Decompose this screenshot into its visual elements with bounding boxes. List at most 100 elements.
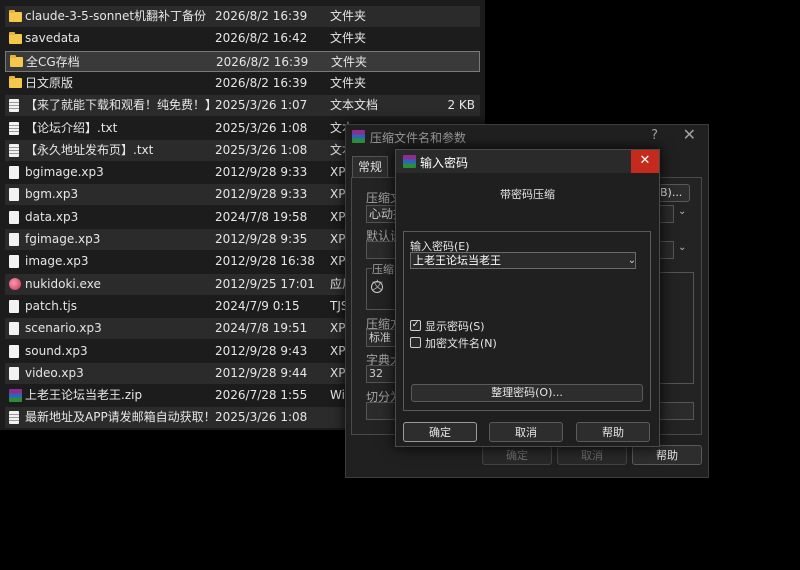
file-date: 2024/7/8 19:58 — [215, 209, 308, 224]
file-date: 2024/7/9 0:15 — [215, 298, 300, 313]
file-name: scenario.xp3 — [25, 321, 102, 336]
file-icon — [9, 363, 23, 384]
file-date: 2026/8/2 16:39 — [215, 75, 308, 90]
file-name: bgm.xp3 — [25, 187, 79, 202]
method-select[interactable]: 标准 — [366, 329, 398, 347]
show-password-checkbox[interactable]: ✓ — [410, 320, 421, 331]
text-file-icon — [9, 140, 23, 161]
file-icon — [9, 318, 23, 339]
file-name: 上老王论坛当老王.zip — [25, 388, 143, 403]
file-date: 2026/8/2 16:42 — [215, 31, 308, 46]
help-button[interactable]: 帮助 — [576, 422, 650, 442]
file-name: sound.xp3 — [25, 343, 88, 358]
file-size — [425, 6, 475, 27]
heading: 带密码压缩 — [500, 188, 555, 201]
file-date: 2024/7/8 19:51 — [215, 321, 308, 336]
title-bar: 输入密码 ✕ — [396, 150, 659, 173]
chevron-down-icon[interactable]: ⌄ — [626, 252, 638, 269]
format-group: 压缩文 — [366, 261, 398, 310]
file-date: 2012/9/28 9:44 — [215, 365, 308, 380]
file-date: 2012/9/28 9:33 — [215, 187, 308, 202]
password-group: 输入密码(E) 上老王论坛当老王 ⌄ ✓ 显示密码(S) 加密文件名(N) 整理… — [403, 231, 651, 411]
file-name: 【来了就能下载和观看！纯免费！】.txt — [25, 98, 213, 113]
file-size — [425, 73, 475, 94]
file-icon — [9, 207, 23, 228]
file-date: 2025/3/26 1:08 — [215, 142, 308, 157]
file-name: 全CG存档 — [26, 54, 80, 69]
file-name: 【论坛介绍】.txt — [25, 120, 118, 135]
file-name: video.xp3 — [25, 365, 84, 380]
split-input[interactable] — [366, 402, 398, 420]
file-type: 文件夹 — [331, 54, 368, 69]
file-date: 2026/8/2 16:39 — [216, 54, 309, 69]
dialog-title: 输入密码 — [420, 156, 469, 170]
file-icon — [9, 184, 23, 205]
ok-button[interactable]: 确定 — [482, 445, 552, 465]
file-name: fgimage.xp3 — [25, 232, 101, 246]
file-icon — [9, 341, 23, 362]
app-icon — [9, 274, 23, 295]
file-size: 2 KB — [447, 98, 475, 113]
help-button[interactable]: 帮助 — [632, 445, 702, 465]
file-date: 2012/9/25 17:01 — [215, 276, 315, 291]
file-row[interactable]: 全CG存档 2026/8/2 16:39 文件夹 — [5, 50, 480, 73]
file-row[interactable]: 日文原版 2026/8/2 16:39 文件夹 — [5, 73, 480, 94]
winrar-icon — [352, 130, 365, 143]
file-type: 文件夹 — [330, 75, 367, 90]
text-file-icon — [9, 118, 23, 139]
close-icon[interactable]: ✕ — [631, 150, 659, 173]
cancel-button[interactable]: 取消 — [557, 445, 627, 465]
file-date: 2012/9/28 9:33 — [215, 165, 308, 180]
file-name: 【永久地址发布页】.txt — [25, 142, 154, 157]
file-icon — [9, 229, 23, 250]
password-input[interactable]: 上老王论坛当老王 — [410, 252, 636, 269]
file-row[interactable]: savedata 2026/8/2 16:42 文件夹 — [5, 28, 480, 49]
file-date: 2026/8/2 16:39 — [215, 9, 308, 23]
file-name: claude-3-5-sonnet机翻补丁备份 — [25, 9, 207, 23]
folder-icon — [9, 73, 23, 94]
show-password-label: 显示密码(S) — [425, 320, 485, 333]
folder-icon — [9, 6, 23, 27]
dialog-title: 压缩文件名和参数 — [370, 131, 467, 145]
ok-button[interactable]: 确定 — [403, 422, 477, 442]
file-name: bgimage.xp3 — [25, 165, 104, 180]
file-date: 2012/9/28 9:43 — [215, 343, 308, 358]
file-name: patch.tjs — [25, 298, 77, 313]
file-row[interactable]: 【来了就能下载和观看！纯免费！】.txt2025/3/26 1:07 文本文档 2 … — [5, 95, 480, 117]
tab-general[interactable]: 常规 — [352, 156, 388, 177]
encrypt-names-checkbox[interactable] — [410, 337, 421, 348]
file-name: data.xp3 — [25, 209, 79, 224]
file-date: 2026/7/28 1:55 — [215, 388, 308, 403]
file-type: 文件夹 — [330, 9, 367, 23]
chevron-down-icon[interactable]: ⌄ — [678, 242, 686, 253]
close-icon[interactable]: ✕ — [683, 125, 696, 144]
cancel-button[interactable]: 取消 — [489, 422, 563, 442]
file-date: 2012/9/28 16:38 — [215, 254, 315, 269]
file-name: image.xp3 — [25, 254, 89, 269]
winrar-archive-icon — [9, 385, 23, 406]
enter-password-dialog: 输入密码 ✕ 带密码压缩 输入密码(E) 上老王论坛当老王 ⌄ ✓ 显示密码(S… — [395, 149, 660, 447]
winrar-icon — [403, 155, 416, 168]
file-date: 2025/3/26 1:08 — [215, 120, 308, 135]
file-type: 文件夹 — [330, 31, 367, 46]
file-date: 2025/3/26 1:07 — [215, 98, 308, 113]
organize-passwords-button[interactable]: 整理密码(O)... — [411, 384, 643, 402]
file-icon — [9, 162, 23, 183]
file-name: savedata — [25, 31, 81, 46]
file-date: 2025/3/26 1:08 — [215, 410, 308, 425]
file-size — [425, 28, 475, 49]
file-type: 文本文档 — [330, 98, 379, 113]
rar-radio[interactable] — [371, 281, 383, 293]
file-date: 2012/9/28 9:35 — [215, 232, 308, 246]
file-name: 日文原版 — [25, 75, 74, 90]
file-icon — [9, 251, 23, 272]
text-file-icon — [9, 407, 23, 428]
dictionary-select[interactable]: 32 — [366, 365, 398, 383]
file-name: nukidoki.exe — [25, 276, 101, 291]
file-row[interactable]: claude-3-5-sonnet机翻补丁备份 2026/8/2 16:39 文件夹 — [5, 6, 480, 27]
help-question-icon[interactable]: ? — [651, 128, 658, 143]
folder-icon — [10, 52, 24, 73]
text-file-icon — [9, 95, 23, 116]
encrypt-names-label: 加密文件名(N) — [425, 337, 497, 350]
chevron-down-icon[interactable]: ⌄ — [678, 206, 686, 217]
